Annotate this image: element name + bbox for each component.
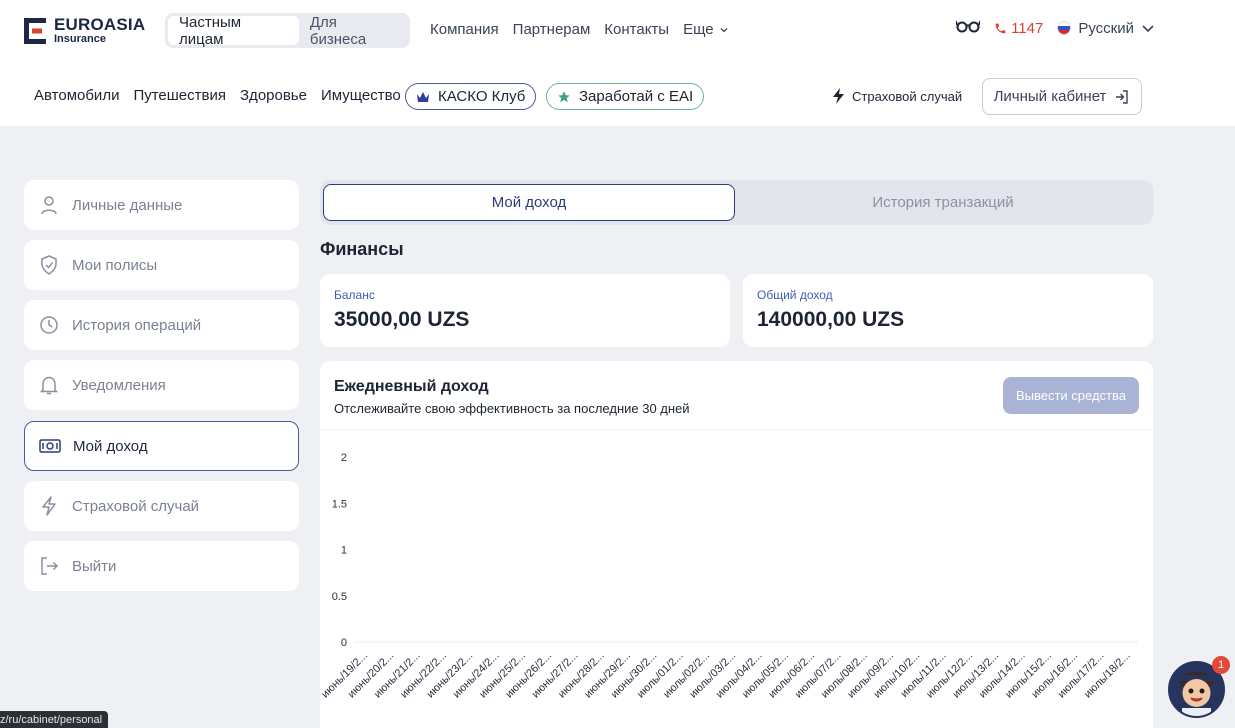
nav-property[interactable]: Имущество [321, 87, 401, 104]
top-nav: Компания Партнерам Контакты Еще [430, 21, 729, 38]
nav-health[interactable]: Здоровье [240, 87, 307, 104]
clock-icon [38, 314, 60, 336]
header-utilities: 1147 Русский [955, 19, 1155, 37]
login-icon [1116, 89, 1129, 104]
nav-contacts[interactable]: Контакты [604, 21, 669, 38]
balance-value: 35000,00 UZS [334, 308, 470, 331]
section-title: Финансы [320, 239, 404, 259]
earn-with-eai-pill[interactable]: Заработай с EAI [546, 83, 705, 110]
sidebar-item-operations-history[interactable]: История операций [24, 300, 299, 350]
insurance-claim-link[interactable]: Страховой случай [832, 88, 962, 104]
sidebar-item-label: Страховой случай [72, 497, 200, 515]
bell-icon [38, 374, 60, 396]
y-tick-label: 1.5 [332, 498, 347, 510]
language-label: Русский [1078, 19, 1134, 37]
language-select[interactable]: Русский [1057, 20, 1155, 37]
sidebar-item-label: Уведомления [72, 376, 166, 394]
sidebar-item-label: Личные данные [72, 196, 183, 214]
sidebar-item-my-policies[interactable]: Мои полисы [24, 240, 299, 290]
total-income-label: Общий доход [757, 288, 833, 302]
nav-company[interactable]: Компания [430, 21, 499, 38]
sidebar-item-label: История операций [72, 316, 202, 334]
chart-subtitle: Отслеживайте свою эффективность за после… [334, 401, 690, 416]
casco-club-label: КАСКО Клуб [438, 88, 526, 105]
euroasia-logo-icon [24, 17, 48, 44]
sidebar-item-label: Выйти [72, 557, 117, 575]
nav-partners[interactable]: Партнерам [513, 21, 591, 38]
y-tick-label: 0 [341, 637, 347, 649]
balance-label: Баланс [334, 288, 375, 302]
claim-label: Страховой случай [852, 88, 963, 104]
status-url: z/ru/cabinet/personal [0, 711, 109, 728]
phone-link[interactable]: 1147 [994, 20, 1043, 37]
tab-private[interactable]: Частным лицам [168, 14, 299, 48]
earn-label: Заработай с EAI [579, 88, 694, 105]
daily-income-chart: 21.510.50июнь/19/2...июнь/20/2...июнь/21… [320, 452, 1138, 701]
income-tabs: Мой доход История транзакций [320, 180, 1153, 225]
daily-income-card: Ежедневный доход Отслеживайте свою эффек… [320, 361, 1153, 728]
personal-cabinet-button[interactable]: Личный кабинет [982, 78, 1142, 115]
sidebar-item-insurance-claim[interactable]: Страховой случай [24, 481, 299, 531]
cabinet-label: Личный кабинет [993, 88, 1107, 105]
tab-my-income[interactable]: Мой доход [323, 184, 735, 221]
chevron-down-icon [720, 27, 728, 32]
phone-number: 1147 [1011, 19, 1044, 37]
crown-icon [417, 91, 429, 102]
nav-travel[interactable]: Путешествия [133, 87, 226, 104]
category-nav: Автомобили Путешествия Здоровье Имуществ… [34, 87, 401, 104]
audience-switch: Частным лицам Для бизнеса [165, 13, 410, 48]
tab-transaction-history[interactable]: История транзакций [736, 184, 1150, 221]
lightning-icon [38, 495, 60, 517]
money-icon [39, 435, 61, 457]
phone-icon [995, 23, 1006, 33]
nav-more-label: Еще [683, 21, 714, 38]
nav-cars[interactable]: Автомобили [34, 87, 119, 104]
total-income-value: 140000,00 UZS [757, 308, 905, 331]
chart-title: Ежедневный доход [334, 378, 489, 395]
y-tick-label: 2 [341, 452, 347, 464]
casco-club-pill[interactable]: КАСКО Клуб [405, 83, 537, 110]
logo-sub: Insurance [54, 33, 106, 45]
sidebar-item-notifications[interactable]: Уведомления [24, 360, 299, 410]
tab-business[interactable]: Для бизнеса [299, 14, 407, 48]
russia-flag-icon [1057, 21, 1072, 35]
total-income-card: Общий доход 140000,00 UZS [743, 274, 1153, 347]
sidebar-item-label: Мой доход [73, 437, 148, 455]
y-tick-label: 1 [341, 545, 347, 557]
y-tick-label: 0.5 [332, 591, 347, 603]
site-header: EUROASIA Insurance Частным лицам Для биз… [0, 0, 1235, 126]
sidebar-item-my-income[interactable]: Мой доход [24, 421, 299, 471]
balance-card: Баланс 35000,00 UZS [320, 274, 730, 347]
notification-badge: 1 [1212, 656, 1230, 674]
logo-name: EUROASIA [54, 15, 146, 34]
glasses-icon[interactable] [955, 19, 981, 37]
divider [320, 429, 1153, 430]
logo[interactable]: EUROASIA Insurance [24, 16, 145, 45]
withdraw-button[interactable]: Вывести средства [1003, 377, 1139, 414]
user-icon [38, 194, 60, 216]
sidebar-item-label: Мои полисы [72, 256, 158, 274]
sidebar-item-logout[interactable]: Выйти [24, 541, 299, 591]
chevron-down-icon [1142, 25, 1154, 33]
lightning-icon [833, 88, 844, 104]
sidebar-item-personal-data[interactable]: Личные данные [24, 180, 299, 230]
logout-icon [38, 555, 60, 577]
nav-more[interactable]: Еще [683, 21, 729, 38]
shield-icon [38, 254, 60, 276]
star-icon [558, 90, 570, 102]
